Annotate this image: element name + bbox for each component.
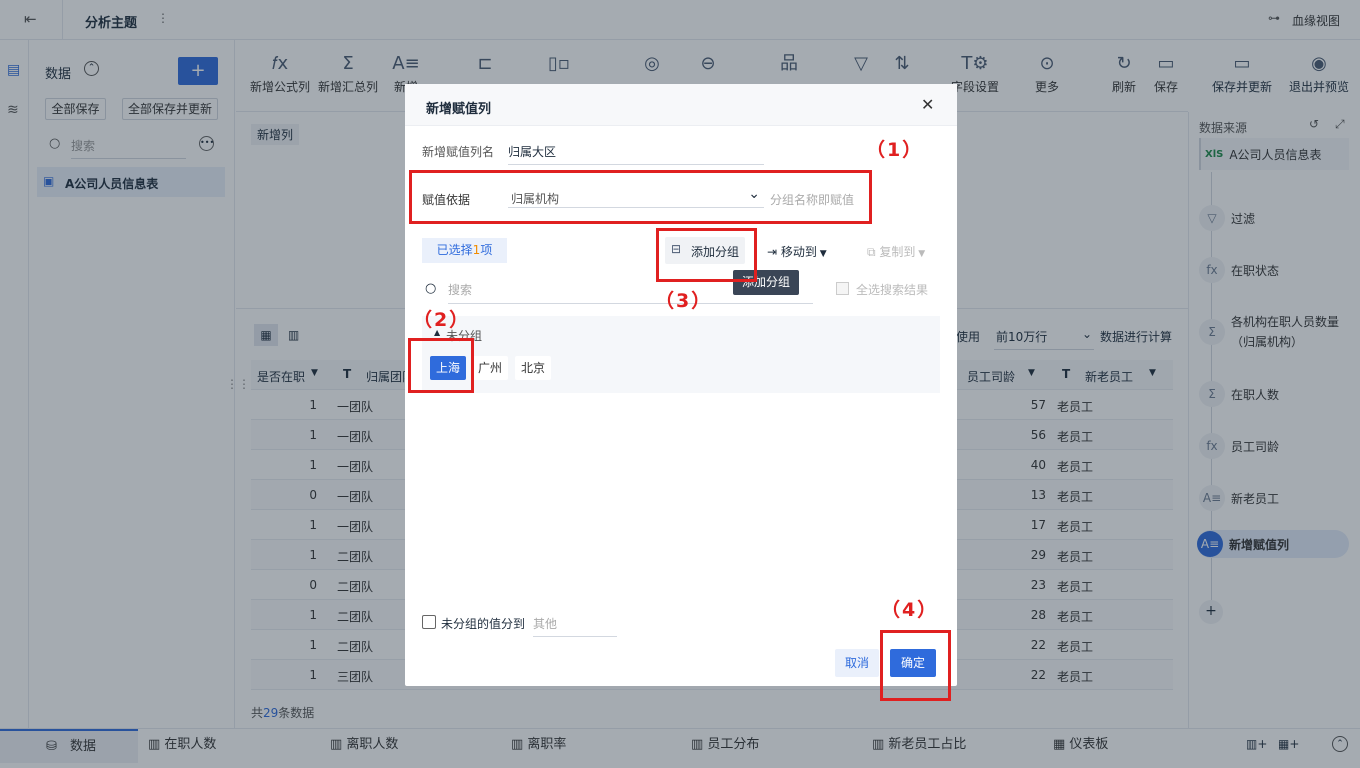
annotation-label-2: （2）	[413, 309, 471, 331]
other-input[interactable]: 其他	[533, 615, 617, 637]
value-chip[interactable]: 北京	[515, 356, 552, 380]
copy-icon: ⧉	[867, 245, 880, 259]
dialog-search-input[interactable]: 搜索	[448, 281, 813, 304]
select-all-checkbox[interactable]	[836, 282, 849, 295]
annotation-box-4	[880, 630, 951, 701]
search-icon: ○	[425, 281, 437, 296]
move-icon: ⇥	[767, 245, 781, 259]
ungrouped-to-label: 未分组的值分到	[441, 617, 526, 631]
annotation-label-3: （3）	[655, 290, 713, 312]
annotation-label-1: （1）	[866, 139, 924, 161]
copy-to-button: ⧉ 复制到 ▼	[867, 245, 926, 259]
caret-down-icon: ▼	[915, 249, 926, 259]
cancel-button[interactable]: 取消	[835, 649, 879, 677]
ungrouped-to-checkbox[interactable]	[422, 615, 436, 629]
ungrouped-section: ▲ 未分组	[422, 316, 940, 393]
annotation-box-3	[656, 228, 757, 282]
annotation-label-4: （4）	[881, 599, 939, 621]
move-to-button[interactable]: ⇥ 移动到 ▼	[767, 243, 827, 260]
close-icon[interactable]: ✕	[921, 95, 934, 114]
selected-count-badge: 已选择1项	[422, 238, 507, 263]
caret-down-icon: ▼	[816, 249, 827, 259]
name-label: 新增赋值列名	[422, 145, 495, 159]
value-chip[interactable]: 广州	[472, 356, 509, 380]
annotation-box-1	[409, 170, 872, 224]
annotation-box-2	[408, 338, 474, 393]
dialog-title: 新增赋值列	[426, 102, 492, 117]
name-input[interactable]: 归属大区	[508, 141, 764, 165]
select-all-label: 全选搜索结果	[856, 283, 929, 297]
